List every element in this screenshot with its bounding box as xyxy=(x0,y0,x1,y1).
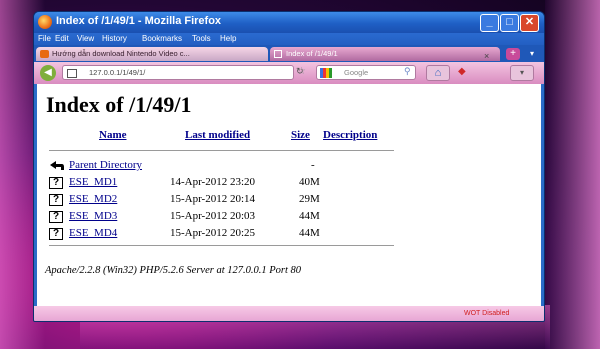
menu-history[interactable]: History xyxy=(102,33,127,45)
file-size: 44M xyxy=(299,210,320,222)
maximize-button[interactable]: □ xyxy=(500,14,519,32)
table-row: ? ESE_MD1 14-Apr-2012 23:20 40M xyxy=(49,176,409,190)
url-text: 127.0.0.1/1/49/1/ xyxy=(89,68,146,77)
file-modified: 15-Apr-2012 20:03 xyxy=(170,210,256,222)
firefox-window: Index of /1/49/1 - Mozilla Firefox _ □ ✕… xyxy=(33,11,545,322)
title-bar[interactable]: Index of /1/49/1 - Mozilla Firefox _ □ ✕ xyxy=(34,12,544,33)
back-arrow-icon[interactable]: ◀ xyxy=(40,65,56,81)
parent-directory-row: Parent Directory - xyxy=(49,159,409,173)
tab-nintendo[interactable]: Hướng dẫn download Nintendo Video c... xyxy=(36,47,268,61)
tab-label: Hướng dẫn download Nintendo Video c... xyxy=(52,49,190,58)
menu-help[interactable]: Help xyxy=(220,33,236,45)
parent-size: - xyxy=(311,159,315,171)
file-modified: 14-Apr-2012 23:20 xyxy=(170,176,256,188)
tab-bar: Hướng dẫn download Nintendo Video c... I… xyxy=(34,45,544,62)
server-signature: Apache/2.2.8 (Win32) PHP/5.2.6 Server at… xyxy=(45,265,302,276)
menu-edit[interactable]: Edit xyxy=(55,33,69,45)
menu-chevron-down-icon[interactable]: ▾ xyxy=(510,65,534,81)
file-modified: 15-Apr-2012 20:14 xyxy=(170,193,256,205)
menu-tools[interactable]: Tools xyxy=(192,33,211,45)
unknown-file-icon: ? xyxy=(49,211,63,223)
status-bar: WOT Disabled xyxy=(34,306,544,321)
tab-close-icon[interactable]: × xyxy=(484,49,489,61)
column-description-link[interactable]: Description xyxy=(323,129,377,141)
column-size-link[interactable]: Size xyxy=(291,129,310,141)
file-link[interactable]: ESE_MD4 xyxy=(69,227,117,239)
file-size: 44M xyxy=(299,227,320,239)
file-modified: 15-Apr-2012 20:25 xyxy=(170,227,256,239)
page-blank-icon xyxy=(274,50,282,58)
new-tab-button[interactable]: + xyxy=(506,48,520,60)
home-icon[interactable]: ⌂ xyxy=(426,65,450,81)
status-text: WOT Disabled xyxy=(464,310,510,317)
url-bar[interactable]: 127.0.0.1/1/49/1/ ☆ xyxy=(62,65,306,80)
file-link[interactable]: ESE_MD2 xyxy=(69,193,117,205)
back-arrow-icon xyxy=(50,161,64,170)
addon-icon[interactable]: ◆ xyxy=(458,66,470,78)
table-row: ? ESE_MD2 15-Apr-2012 20:14 29M xyxy=(49,193,409,207)
table-row: ? ESE_MD4 15-Apr-2012 20:25 44M xyxy=(49,227,409,241)
page-favicon-icon xyxy=(40,50,49,58)
table-row: ? ESE_MD3 15-Apr-2012 20:03 44M xyxy=(49,210,409,224)
menu-file[interactable]: File xyxy=(38,33,51,45)
unknown-file-icon: ? xyxy=(49,194,63,206)
tab-index[interactable]: Index of /1/49/1 × xyxy=(270,47,500,61)
menu-bookmarks[interactable]: Bookmarks xyxy=(142,33,182,45)
page-icon xyxy=(67,69,77,78)
search-box[interactable]: Google ⚲ xyxy=(316,65,416,80)
tab-label: Index of /1/49/1 xyxy=(286,49,338,58)
menu-view[interactable]: View xyxy=(77,33,94,45)
desktop-glow-right xyxy=(545,0,600,349)
column-last-modified-link[interactable]: Last modified xyxy=(185,129,250,141)
tab-list-chevron-down-icon[interactable]: ▾ xyxy=(526,48,538,60)
page-title: Index of /1/49/1 xyxy=(46,92,192,117)
unknown-file-icon: ? xyxy=(49,228,63,240)
unknown-file-icon: ? xyxy=(49,177,63,189)
divider xyxy=(49,150,394,151)
navigation-toolbar: ◀ 127.0.0.1/1/49/1/ ☆ ↻ Google ⚲ ⌂ ◆ ▾ xyxy=(34,62,544,84)
file-link[interactable]: ESE_MD1 xyxy=(69,176,117,188)
reload-icon[interactable]: ↻ xyxy=(296,66,304,77)
column-name-link[interactable]: Name xyxy=(99,129,127,141)
menu-bar: File Edit View History Bookmarks Tools H… xyxy=(34,33,544,45)
minimize-button[interactable]: _ xyxy=(480,14,499,32)
search-icon[interactable]: ⚲ xyxy=(404,66,411,77)
firefox-icon xyxy=(38,15,52,29)
file-link[interactable]: ESE_MD3 xyxy=(69,210,117,222)
parent-directory-link[interactable]: Parent Directory xyxy=(69,159,142,171)
google-icon xyxy=(320,68,332,78)
search-placeholder: Google xyxy=(344,68,369,77)
file-size: 40M xyxy=(299,176,320,188)
file-size: 29M xyxy=(299,193,320,205)
window-title: Index of /1/49/1 - Mozilla Firefox xyxy=(56,15,222,27)
page-content: Index of /1/49/1 Name Last modified Size… xyxy=(37,84,541,306)
close-button[interactable]: ✕ xyxy=(520,14,539,32)
divider xyxy=(49,245,394,246)
